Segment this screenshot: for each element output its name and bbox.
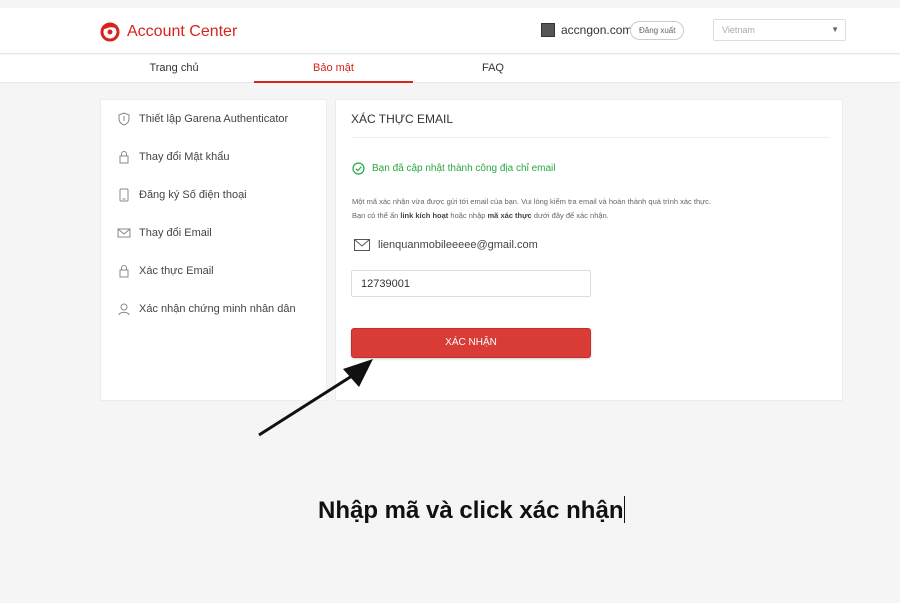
instructions-line-1: Một mã xác nhận vừa được gửi tới email c… <box>352 197 711 206</box>
verification-code-input[interactable] <box>351 270 591 297</box>
success-message: Bạn đã cập nhật thành công địa chỉ email <box>352 162 555 175</box>
success-text: Bạn đã cập nhật thành công địa chỉ email <box>372 163 556 174</box>
id-card-icon <box>118 303 130 316</box>
instructions-line-2: Bạn có thể ấn link kích hoạt hoặc nhập m… <box>352 211 609 220</box>
mail-icon <box>354 239 370 251</box>
verification-code-text: mã xác thực <box>487 211 532 220</box>
top-strip <box>0 0 900 8</box>
logout-button[interactable]: Đăng xuất <box>630 21 685 40</box>
text-cursor <box>624 496 626 523</box>
username: accngon.com <box>561 23 633 37</box>
activation-link-text: link kích hoạt <box>400 211 449 220</box>
nav-tabs: Trang chủ Bảo mật FAQ <box>0 55 900 83</box>
avatar <box>541 23 555 37</box>
divider <box>351 137 829 138</box>
tab-home[interactable]: Trang chủ <box>94 55 254 83</box>
instructions: Một mã xác nhận vừa được gửi tới email c… <box>352 195 832 223</box>
sidebar-item-label: Đăng ký Số điện thoại <box>139 189 247 201</box>
sidebar-item-verify-email[interactable]: Xác thực Email <box>117 264 214 278</box>
sidebar-item-label: Thiết lập Garena Authenticator <box>139 113 289 125</box>
sidebar-item-label: Xác nhận chứng minh nhân dân <box>139 303 296 315</box>
annotation-arrow <box>258 359 373 437</box>
annotation-caption: Nhập mã và click xác nhận <box>318 496 626 524</box>
sidebar-item-phone[interactable]: Đăng ký Số điện thoại <box>117 188 247 202</box>
lock-icon <box>119 265 129 278</box>
sidebar-item-label: Thay đổi Email <box>139 227 212 239</box>
language-select[interactable]: Vietnam ▼ <box>713 19 846 41</box>
lock-icon <box>119 151 129 164</box>
check-circle-icon <box>352 162 365 175</box>
sidebar-item-label: Xác thực Email <box>139 265 214 277</box>
logo[interactable]: Account Center <box>100 22 237 42</box>
verify-email-panel: XÁC THỰC EMAIL Bạn đã cập nhật thành côn… <box>335 99 843 401</box>
page-title: XÁC THỰC EMAIL <box>351 112 454 126</box>
confirm-button[interactable]: XÁC NHẬN <box>351 328 591 358</box>
phone-icon <box>119 188 129 202</box>
shield-icon <box>118 112 130 126</box>
sidebar-item-change-email[interactable]: Thay đổi Email <box>117 226 212 240</box>
sidebar-item-authenticator[interactable]: Thiết lập Garena Authenticator <box>117 112 288 126</box>
header: Account Center accngon.com Đăng xuất Vie… <box>0 8 900 54</box>
sidebar-item-label: Thay đổi Mật khẩu <box>139 151 230 163</box>
sidebar-item-change-password[interactable]: Thay đổi Mật khẩu <box>117 150 230 164</box>
chevron-down-icon: ▼ <box>831 25 839 34</box>
email-display: lienquanmobileeeee@gmail.com <box>354 239 538 251</box>
sidebar-item-id-verification[interactable]: Xác nhận chứng minh nhân dân <box>117 302 296 316</box>
mail-icon <box>117 228 131 238</box>
tab-security[interactable]: Bảo mật <box>254 55 413 83</box>
tab-faq[interactable]: FAQ <box>413 55 573 83</box>
app-title: Account Center <box>127 23 238 40</box>
language-value: Vietnam <box>722 25 755 35</box>
email-address: lienquanmobileeeee@gmail.com <box>378 239 538 251</box>
garena-logo-icon <box>100 22 120 42</box>
